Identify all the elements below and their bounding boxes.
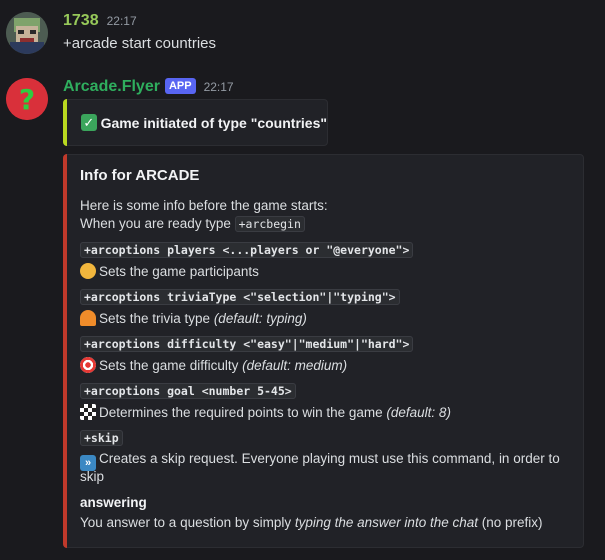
desc-text: Creates a skip request. Everyone playing…	[99, 451, 560, 466]
embed-accent-bar	[63, 99, 67, 146]
default-text: (default: typing)	[213, 311, 307, 326]
desc-text: Sets the trivia type	[99, 311, 214, 326]
embed-title: Info for ARCADE	[80, 167, 200, 184]
command-line: +arcoptions triviaType <"selection"|"typ…	[80, 289, 400, 305]
svg-text:?: ?	[19, 83, 35, 116]
message-text: +arcade start countries	[63, 35, 216, 52]
message-header: 1738 22:17	[63, 12, 137, 30]
command-code: +arcoptions players <...players or "@eve…	[80, 242, 414, 258]
target-icon	[80, 357, 96, 373]
game-initiated-embed: ✓ Game initiated of type "countries"	[63, 99, 328, 146]
command-code: +arcoptions difficulty <"easy"|"medium"|…	[80, 336, 414, 352]
game-initiated-text: Game initiated of type "countries"	[100, 114, 327, 131]
desc-text: Sets the game difficulty	[99, 358, 243, 373]
intro-prefix: When you are ready type	[80, 216, 235, 231]
command-desc: » Creates a skip request. Everyone playin…	[80, 451, 560, 471]
timestamp[interactable]: 22:17	[107, 14, 137, 28]
bell-icon	[80, 310, 96, 326]
check-mark-button-icon: ✓	[81, 114, 97, 131]
answering-text: You answer to a question by simply typin…	[80, 515, 543, 530]
people-icon	[80, 263, 96, 279]
command-line: +arcoptions goal <number 5-45>	[80, 383, 296, 399]
username[interactable]: 1738	[63, 12, 99, 30]
intro-line: When you are ready type +arcbegin	[80, 216, 305, 232]
command-desc: Sets the game participants	[80, 263, 259, 279]
inline-code: +arcbegin	[234, 216, 305, 232]
bot-avatar[interactable]: ?	[6, 78, 48, 120]
command-line: +skip	[80, 430, 123, 446]
answering-prefix: You answer to a question by simply	[80, 515, 295, 530]
app-badge: APP	[164, 78, 196, 94]
command-line: +arcoptions difficulty <"easy"|"medium"|…	[80, 336, 414, 352]
answering-suffix: (no prefix)	[478, 515, 543, 530]
command-code: +arcoptions triviaType <"selection"|"typ…	[80, 289, 400, 305]
command-desc-cont: skip	[80, 469, 105, 484]
answering-heading: answering	[80, 495, 147, 510]
default-text: (default: 8)	[386, 405, 451, 420]
info-embed: Info for ARCADE Here is some info before…	[63, 154, 584, 548]
command-desc: Sets the game difficulty (default: mediu…	[80, 357, 347, 373]
answering-italic: typing the answer into the chat	[294, 515, 478, 530]
chat-view: 1738 22:17 +arcade start countries ? Arc…	[0, 0, 605, 560]
message-header: Arcade.Flyer APP 22:17	[63, 78, 234, 96]
command-line: +arcoptions players <...players or "@eve…	[80, 242, 414, 258]
desc-text: Determines the required points to win th…	[99, 405, 387, 420]
timestamp[interactable]: 22:17	[204, 80, 234, 94]
desc-text: Sets the game participants	[99, 264, 259, 279]
user-avatar[interactable]	[6, 12, 48, 54]
default-text: (default: medium)	[242, 358, 348, 373]
command-code: +skip	[80, 430, 123, 446]
intro-line: Here is some info before the game starts…	[80, 198, 328, 213]
checkered-flag-icon	[80, 404, 96, 420]
username[interactable]: Arcade.Flyer	[63, 78, 160, 96]
command-desc: Sets the trivia type (default: typing)	[80, 310, 307, 326]
command-code: +arcoptions goal <number 5-45>	[80, 383, 296, 399]
command-desc: Determines the required points to win th…	[80, 404, 451, 420]
embed-accent-bar	[63, 154, 67, 548]
